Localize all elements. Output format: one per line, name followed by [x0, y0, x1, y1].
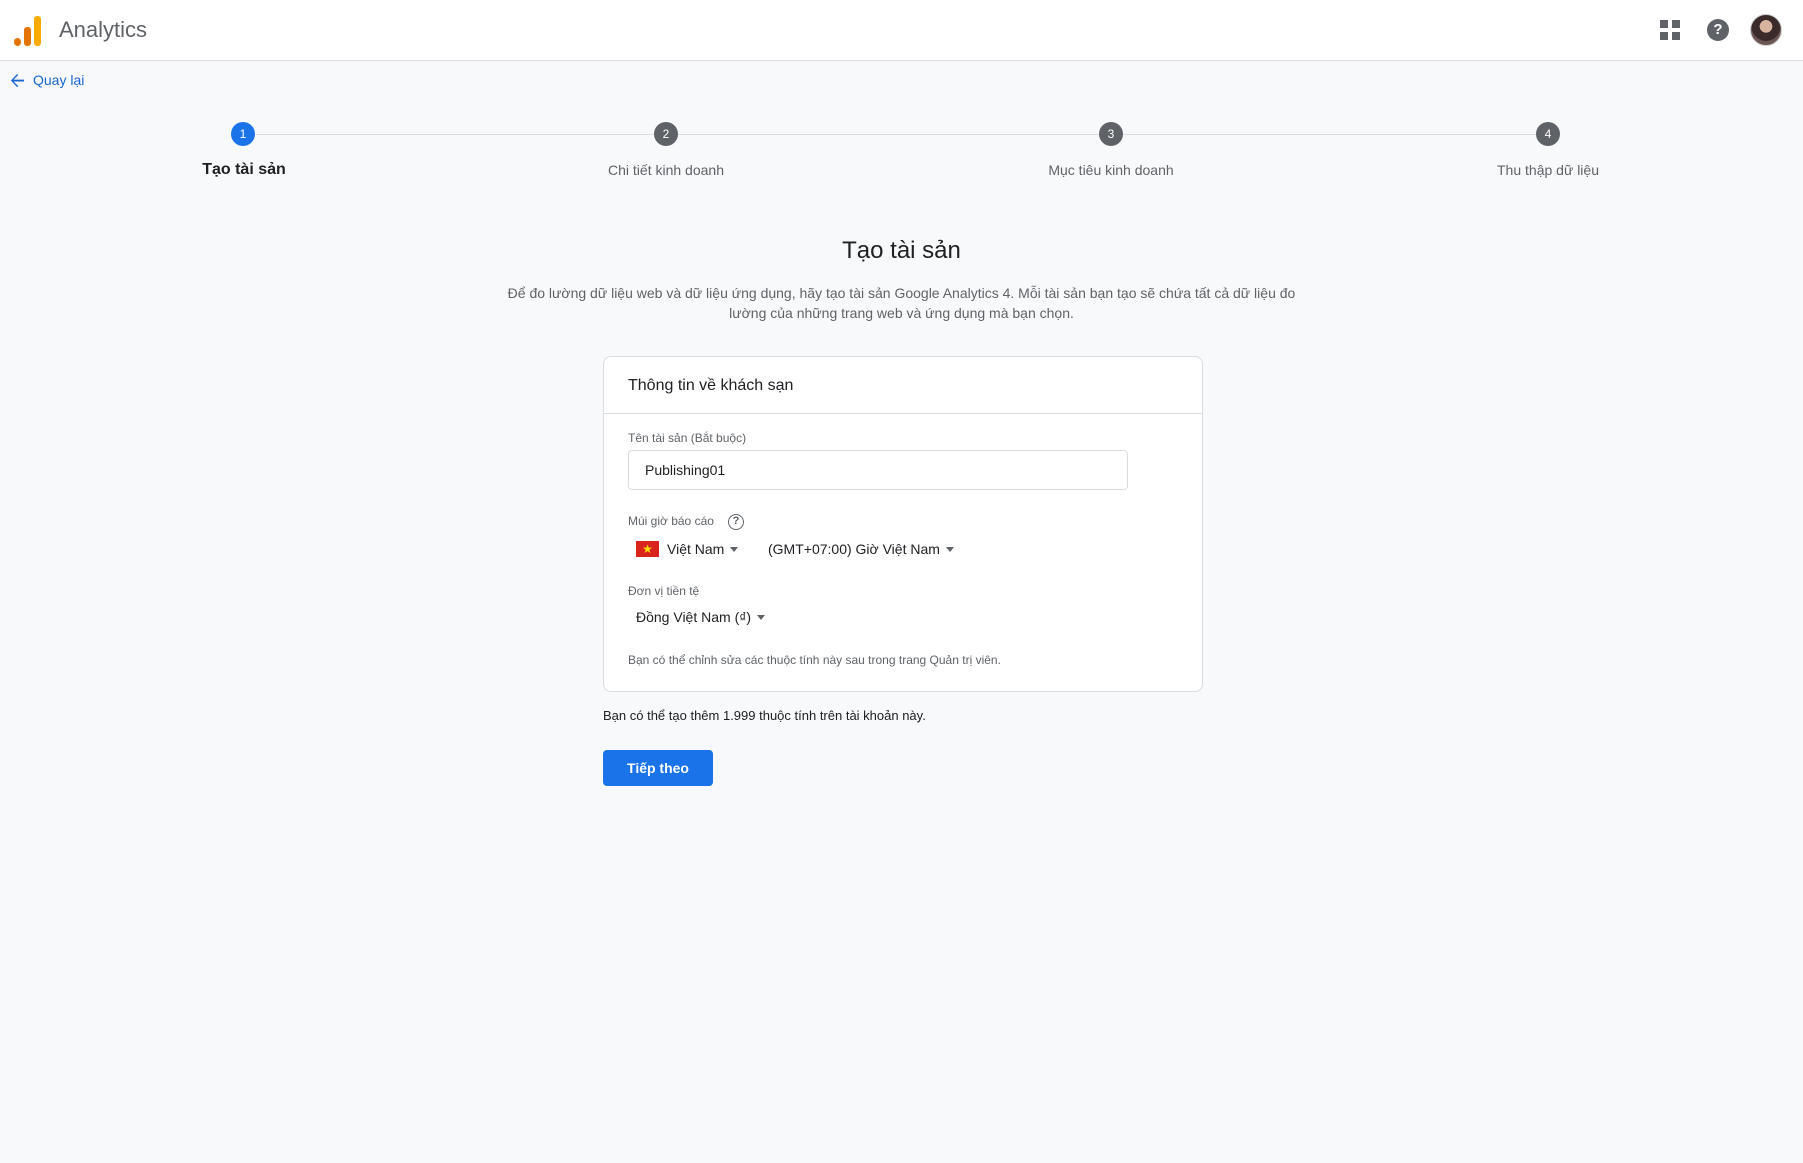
page-title: Tạo tài sản — [842, 237, 961, 264]
help-icon[interactable]: ? — [1707, 19, 1729, 41]
apps-grid-icon[interactable] — [1660, 20, 1680, 40]
timezone-select[interactable]: (GMT+07:00) Giờ Việt Nam — [768, 537, 954, 561]
card-header: Thông tin về khách sạn — [604, 357, 1202, 414]
step-connector — [1123, 134, 1536, 135]
step-1-indicator: 1 — [231, 122, 255, 146]
step-2-indicator: 2 — [654, 122, 678, 146]
app-title[interactable]: Analytics — [59, 17, 147, 43]
progress-stepper: 1 Tạo tài sản 2 Chi tiết kinh doanh 3 Mụ… — [0, 120, 1803, 190]
timezone-label: Múi giờ báo cáo — [628, 514, 714, 528]
top-app-bar: Analytics ? — [0, 0, 1803, 61]
property-name-input[interactable] — [628, 450, 1128, 490]
property-name-label: Tên tài sản (Bắt buộc) — [628, 431, 747, 445]
step-2-label: Chi tiết kinh doanh — [608, 162, 724, 178]
dropdown-caret-icon — [945, 546, 954, 552]
analytics-logo-icon[interactable] — [12, 14, 42, 46]
back-link-label: Quay lại — [33, 72, 85, 88]
step-1-label: Tạo tài sản — [202, 161, 286, 178]
page-description: Để đo lường dữ liệu web và dữ liệu ứng d… — [507, 285, 1296, 321]
vietnam-flag-icon: ★ — [636, 541, 659, 557]
dropdown-caret-icon — [757, 614, 766, 620]
timezone-value: (GMT+07:00) Giờ Việt Nam — [768, 541, 940, 557]
property-details-card: Thông tin về khách sạn Tên tài sản (Bắt … — [603, 356, 1203, 692]
step-3-label: Mục tiêu kinh doanh — [1048, 162, 1174, 178]
currency-label: Đơn vị tiền tệ — [628, 584, 700, 598]
step-connector — [256, 134, 666, 135]
back-link[interactable]: Quay lại — [10, 70, 84, 90]
step-connector — [678, 134, 1111, 135]
step-4-indicator: 4 — [1536, 122, 1560, 146]
dropdown-caret-icon — [730, 546, 739, 552]
next-button[interactable]: Tiếp theo — [603, 750, 713, 786]
step-4-label: Thu thập dữ liệu — [1497, 162, 1599, 178]
currency-select[interactable]: Đồng Việt Nam (₫) — [636, 605, 766, 629]
remaining-properties-note: Bạn có thể tạo thêm 1.999 thuộc tính trê… — [603, 708, 926, 723]
country-value: Việt Nam — [667, 541, 725, 557]
currency-value: Đồng Việt Nam (₫) — [636, 609, 752, 625]
country-select[interactable]: ★ Việt Nam — [636, 537, 739, 561]
step-3-indicator: 3 — [1099, 122, 1123, 146]
account-avatar[interactable] — [1750, 14, 1782, 46]
arrow-left-icon — [10, 73, 25, 87]
edit-later-hint: Bạn có thể chỉnh sửa các thuộc tính này … — [628, 653, 1001, 667]
help-circle-icon[interactable]: ? — [728, 514, 744, 530]
